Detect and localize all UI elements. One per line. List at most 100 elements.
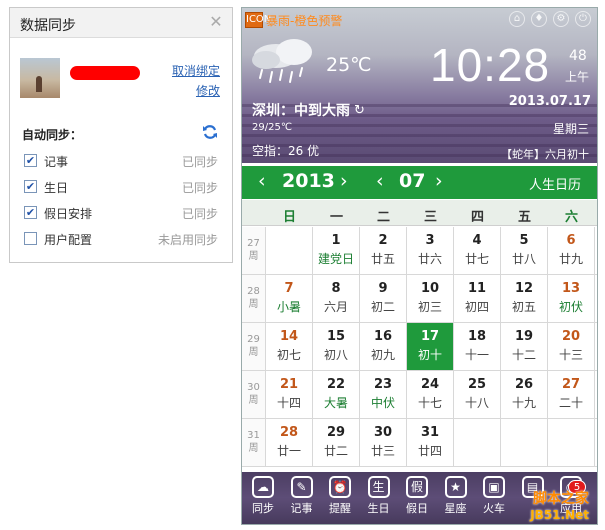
day-cell[interactable]: 25 十八 xyxy=(454,371,501,418)
toolbar-label: 提醒 xyxy=(329,502,351,515)
weather-alert[interactable]: ICON 暴雨-橙色预警 xyxy=(245,11,342,29)
day-cell[interactable]: 4 廿七 xyxy=(454,227,501,274)
lock-icon[interactable]: ⌂ xyxy=(509,11,525,27)
lunar-day: 建党日 xyxy=(317,252,354,266)
next-year-button[interactable]: › xyxy=(340,170,348,192)
year-label[interactable]: 2013 xyxy=(282,170,335,192)
day-cell[interactable]: 3 廿六 xyxy=(407,227,454,274)
lunar-day: 十二 xyxy=(511,348,536,362)
month-label[interactable]: 07 xyxy=(399,170,425,192)
day-cell[interactable]: 18 十一 xyxy=(454,323,501,370)
day-cell[interactable]: 16 初九 xyxy=(360,323,407,370)
lunar-day: 中伏 xyxy=(370,396,395,410)
settings-icon[interactable]: ⚙ xyxy=(553,11,569,27)
prev-year-button[interactable]: ‹ xyxy=(258,170,266,192)
day-cell[interactable]: 23 中伏 xyxy=(360,371,407,418)
current-weekday: 星期三 xyxy=(552,122,589,136)
lunar-day: 小暑 xyxy=(276,300,301,314)
day-cell[interactable]: 2 廿五 xyxy=(360,227,407,274)
day-cell[interactable]: 20 十三 xyxy=(548,323,595,370)
week-row: 30 周 21 十四 22 大暑 23 中伏 24 十七 25 十八 26 十九 27 二十 xyxy=(242,371,597,419)
day-cell[interactable]: 29 廿二 xyxy=(313,419,360,466)
day-cell[interactable]: 31 廿四 xyxy=(407,419,454,466)
day-cell[interactable]: 10 初三 xyxy=(407,275,454,322)
week-number: 31 周 xyxy=(242,419,266,466)
day-cell[interactable]: 30 廿三 xyxy=(360,419,407,466)
skin-icon[interactable]: ♦ xyxy=(531,11,547,27)
day-cell[interactable]: 1 建党日 xyxy=(313,227,360,274)
day-cell[interactable]: 13 初伏 xyxy=(548,275,595,322)
lunar-day: 初九 xyxy=(370,348,395,362)
lunar-day: 初三 xyxy=(417,300,442,314)
toolbar-button-alarm[interactable]: ⏰ 提醒 xyxy=(323,476,357,522)
close-icon[interactable]: ✕ xyxy=(208,14,224,30)
day-number: 10 xyxy=(420,281,440,296)
weekday-label: 二 xyxy=(376,210,390,225)
unbind-link[interactable]: 取消绑定 xyxy=(172,62,220,79)
toolbar-button-train[interactable]: ▣ 火车 xyxy=(477,476,511,522)
day-cell[interactable]: 24 十七 xyxy=(407,371,454,418)
refresh-icon[interactable] xyxy=(202,124,218,140)
day-cell[interactable]: 14 初七 xyxy=(266,323,313,370)
city-weather[interactable]: 深圳：中到大雨 ↻ xyxy=(252,100,365,120)
note-icon: ✎ xyxy=(290,476,313,498)
day-number: 31 xyxy=(420,425,440,440)
day-cell[interactable]: 21 十四 xyxy=(266,371,313,418)
day-number: 24 xyxy=(420,377,440,392)
day-number: 28 xyxy=(279,425,299,440)
city-weather-text: 深圳：中到大雨 xyxy=(252,103,350,119)
day-cell[interactable]: 7 小暑 xyxy=(266,275,313,322)
day-number: 22 xyxy=(326,377,346,392)
sync-checkbox[interactable]: ✔ xyxy=(24,206,37,219)
train-icon: ▣ xyxy=(483,476,505,498)
day-cell[interactable]: 26 十九 xyxy=(501,371,548,418)
day-number: 3 xyxy=(425,233,435,248)
modify-link[interactable]: 修改 xyxy=(196,82,220,99)
refresh-weather-icon[interactable]: ↻ xyxy=(354,103,365,118)
lunar-date: 【蛇年】六月初十 xyxy=(501,148,589,161)
prev-month-button[interactable]: ‹ xyxy=(376,170,384,192)
sync-checkbox[interactable]: ✔ xyxy=(24,180,37,193)
power-icon[interactable]: ⏻ xyxy=(575,11,591,27)
lunar-day: 十七 xyxy=(417,396,442,410)
toolbar-button-note[interactable]: ✎ 记事 xyxy=(285,476,319,522)
weather-panel: ICON 暴雨-橙色预警 ⌂ ♦ ⚙ ⏻ 25℃ 10:28 48 上午 深圳：… xyxy=(242,8,597,163)
sync-panel-title: 数据同步 xyxy=(20,18,76,34)
next-month-button[interactable]: › xyxy=(435,170,443,192)
day-cell[interactable]: 27 二十 xyxy=(548,371,595,418)
lunar-day: 廿一 xyxy=(276,444,301,458)
day-cell[interactable]: 22 大暑 xyxy=(313,371,360,418)
week-number: 30 周 xyxy=(242,371,266,418)
toolbar-button-birthday[interactable]: 生生日 xyxy=(362,476,396,522)
lunar-day: 初十 xyxy=(417,348,442,362)
toolbar-button-holiday[interactable]: 假假日 xyxy=(400,476,434,522)
week-row: 31 周 28 廿一 29 廿二 30 廿三 31 廿四 xyxy=(242,419,597,467)
day-cell[interactable]: 15 初八 xyxy=(313,323,360,370)
day-cell[interactable]: 11 初四 xyxy=(454,275,501,322)
toolbar-label: 生日 xyxy=(367,502,390,515)
weekday-label: 日 xyxy=(282,210,296,225)
lunar-day: 廿五 xyxy=(370,252,395,266)
lunar-day: 初八 xyxy=(323,348,348,362)
toolbar-button-cloud[interactable]: ☁ 同步 xyxy=(246,476,280,522)
almanac-button[interactable]: 人生日历 xyxy=(529,174,581,193)
day-cell[interactable]: 9 初二 xyxy=(360,275,407,322)
calendar-widget: ICON 暴雨-橙色预警 ⌂ ♦ ⚙ ⏻ 25℃ 10:28 48 上午 深圳：… xyxy=(241,7,598,525)
day-cell[interactable]: 12 初五 xyxy=(501,275,548,322)
day-cell[interactable]: 5 廿八 xyxy=(501,227,548,274)
toolbar-button-star[interactable]: ★ 星座 xyxy=(439,476,473,522)
day-number: 15 xyxy=(326,329,346,344)
day-cell[interactable]: 28 廿一 xyxy=(266,419,313,466)
day-cell[interactable]: 19 十二 xyxy=(501,323,548,370)
lunar-day: 初四 xyxy=(464,300,489,314)
sync-checkbox[interactable]: ✔ xyxy=(24,154,37,167)
day-cell[interactable]: 8 六月 xyxy=(313,275,360,322)
cloud-icon: ☁ xyxy=(252,476,274,498)
sync-item-label: 记事 xyxy=(44,155,69,169)
day-number: 5 xyxy=(519,233,529,248)
day-cell-today[interactable]: 17 初十 xyxy=(407,323,454,370)
day-cell[interactable]: 6 廿九 xyxy=(548,227,595,274)
calendar-grid: 日 一 二 三 四 五 六 27 周 1 建党日 2 廿五 3 廿六 4 廿七 5 廿八 6 廿九 28 周 7 小暑 8 六月 9… xyxy=(242,200,597,468)
day-number: 2 xyxy=(378,233,388,248)
sync-checkbox[interactable] xyxy=(24,232,37,245)
